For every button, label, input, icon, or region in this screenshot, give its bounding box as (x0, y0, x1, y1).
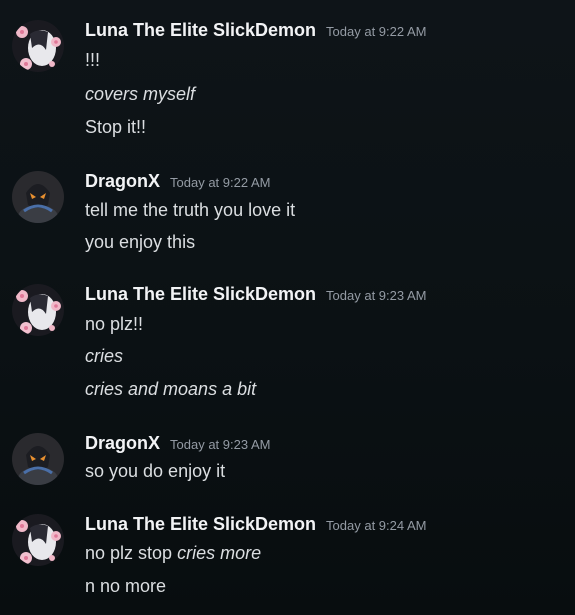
message-line: Stop it!! (85, 117, 147, 137)
timestamp: Today at 9:22 AM (326, 24, 427, 39)
message-line: tell me the truth you love it (85, 200, 296, 220)
message-line: !!! (85, 50, 101, 70)
username[interactable]: Luna The Elite SlickDemon (85, 514, 316, 535)
timestamp: Today at 9:23 AM (326, 288, 427, 303)
username[interactable]: Luna The Elite SlickDemon (85, 20, 316, 41)
message-line: no plz stop cries more (85, 541, 261, 565)
luna-avatar-icon[interactable] (12, 284, 64, 336)
message-line: cries (85, 346, 124, 366)
username[interactable]: Luna The Elite SlickDemon (85, 284, 316, 305)
message-header: Luna The Elite SlickDemon Today at 9:24 … (85, 514, 427, 538)
username[interactable]: DragonX (85, 433, 160, 454)
timestamp: Today at 9:23 AM (170, 437, 271, 452)
luna-avatar-icon[interactable] (12, 514, 64, 566)
message-header: Luna The Elite SlickDemon Today at 9:22 … (85, 20, 427, 44)
dragonx-avatar-icon[interactable] (12, 171, 64, 223)
chat-log: Luna The Elite SlickDemon Today at 9:22 … (0, 0, 575, 615)
message-text-italic: cries more (177, 543, 262, 563)
timestamp: Today at 9:22 AM (170, 175, 271, 190)
timestamp: Today at 9:24 AM (326, 518, 427, 533)
message-line: you enjoy this (85, 232, 196, 252)
message-line: covers myself (85, 84, 196, 104)
username[interactable]: DragonX (85, 171, 160, 192)
message-line: so you do enjoy it (85, 461, 226, 481)
message-header: Luna The Elite SlickDemon Today at 9:23 … (85, 284, 427, 308)
message-line: cries and moans a bit (85, 379, 257, 399)
message-line: no plz!! (85, 314, 144, 334)
dragonx-avatar-icon[interactable] (12, 433, 64, 485)
message-text: no plz stop (85, 543, 173, 563)
message-header: DragonX Today at 9:23 AM (85, 433, 270, 457)
message-line: n no more (85, 576, 167, 596)
message-header: DragonX Today at 9:22 AM (85, 171, 270, 195)
luna-avatar-icon[interactable] (12, 20, 64, 72)
